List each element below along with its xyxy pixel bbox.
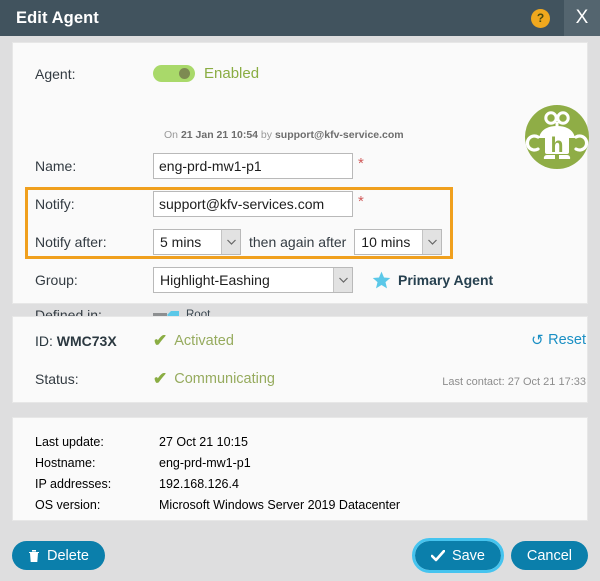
notify-after-first-value: 5 mins xyxy=(160,234,202,250)
last-contact-text: Last contact: 27 Oct 21 17:33 xyxy=(442,376,586,388)
group-row: Group: Highlight-Eashing xyxy=(35,267,353,293)
notify-label: Notify: xyxy=(35,196,75,212)
meta-prefix: On xyxy=(164,129,181,141)
info-row-key: Hostname: xyxy=(35,456,96,470)
info-row-key: Last update: xyxy=(35,435,104,449)
agent-id: ID: WMC73X xyxy=(35,333,153,349)
communication-status: Communicating xyxy=(174,370,275,387)
trash-icon xyxy=(28,549,40,563)
agent-status-row: Status: ✔ Communicating xyxy=(35,370,275,387)
refresh-icon: ↻ xyxy=(530,331,544,349)
group-value: Highlight-Eashing xyxy=(160,272,270,288)
meta-by: by xyxy=(258,129,275,141)
notify-input[interactable] xyxy=(153,191,353,217)
notify-after-second-select[interactable]: 10 mins xyxy=(354,229,443,255)
delete-button[interactable]: Delete xyxy=(12,541,105,570)
notify-after-first-select[interactable]: 5 mins xyxy=(153,229,241,255)
chevron-down-icon xyxy=(221,230,240,254)
info-row-key: OS version: xyxy=(35,498,101,512)
notify-required-asterisk: * xyxy=(358,192,364,210)
agent-id-row: ID: WMC73X ✔ Activated xyxy=(35,332,234,349)
info-row-value: Microsoft Windows Server 2019 Datacenter xyxy=(159,498,401,512)
name-input[interactable] xyxy=(153,153,353,179)
checkmark-icon xyxy=(430,549,445,562)
agent-status-panel: ID: WMC73X ✔ Activated Status: ✔ Communi… xyxy=(12,316,588,403)
save-button[interactable]: Save xyxy=(411,538,505,573)
activation-status: Activated xyxy=(174,332,234,349)
chevron-down-icon xyxy=(422,230,442,254)
star-icon xyxy=(372,271,391,289)
agent-id-label: ID: xyxy=(35,332,53,349)
info-row-value: eng-prd-mw1-p1 xyxy=(159,456,251,470)
cancel-label: Cancel xyxy=(526,547,572,564)
notify-after-second-value: 10 mins xyxy=(361,234,411,250)
info-row-value: 192.168.126.4 xyxy=(159,477,239,491)
svg-text:h: h xyxy=(551,134,564,157)
reset-label: Reset xyxy=(548,332,586,348)
agent-form-panel: Agent: Enabled On 21 Jan 21 10:54 by sup… xyxy=(12,42,589,323)
notify-after-row: Notify after: 5 mins then again after 10… xyxy=(35,229,443,255)
meta-user: support@kfv-service.com xyxy=(274,129,404,141)
info-row-value: 27 Oct 21 10:15 xyxy=(159,435,248,449)
delete-label: Delete xyxy=(47,547,89,564)
agent-id-value: WMC73X xyxy=(56,332,117,349)
close-icon[interactable]: X xyxy=(564,0,600,36)
save-label: Save xyxy=(451,547,485,564)
status-label: Status: xyxy=(35,370,79,387)
toggle-knob xyxy=(179,68,190,79)
agent-change-meta: On 21 Jan 21 10:54 by support@kfv-servic… xyxy=(164,129,404,141)
agent-avatar: h xyxy=(525,105,589,169)
group-select[interactable]: Highlight-Eashing xyxy=(153,267,353,293)
name-label: Name: xyxy=(35,158,77,174)
notify-row: Notify: * xyxy=(35,191,364,217)
check-icon: ✔ xyxy=(153,369,168,388)
name-row: Name: * xyxy=(35,153,364,179)
info-row-key: IP addresses: xyxy=(35,477,112,491)
agent-info-panel: Last update: 27 Oct 21 10:15 Hostname: e… xyxy=(12,417,588,521)
cancel-button[interactable]: Cancel xyxy=(510,541,588,570)
name-required-asterisk: * xyxy=(358,154,364,172)
edit-agent-dialog: Edit Agent ? X Agent: Enabled On 21 Jan … xyxy=(0,0,600,581)
agent-enabled-status: Enabled xyxy=(204,65,260,82)
primary-agent-label: Primary Agent xyxy=(398,272,494,288)
agent-enabled-toggle[interactable] xyxy=(153,65,195,82)
notify-after-label: Notify after: xyxy=(35,234,107,250)
group-label: Group: xyxy=(35,272,78,288)
help-icon[interactable]: ? xyxy=(531,8,550,28)
agent-label: Agent: xyxy=(35,65,76,82)
chevron-down-icon xyxy=(333,268,352,292)
reset-button[interactable]: ↻ Reset xyxy=(530,331,586,349)
dialog-titlebar: Edit Agent ? X xyxy=(0,0,600,36)
agent-enabled-row: Agent: Enabled xyxy=(35,65,259,82)
notify-after-middle-text: then again after xyxy=(249,234,347,250)
page-title: Edit Agent xyxy=(16,8,99,27)
primary-agent-badge: Primary Agent xyxy=(371,270,493,290)
meta-datetime: 21 Jan 21 10:54 xyxy=(180,129,258,141)
check-icon: ✔ xyxy=(153,331,168,350)
robot-icon: h xyxy=(525,111,589,159)
